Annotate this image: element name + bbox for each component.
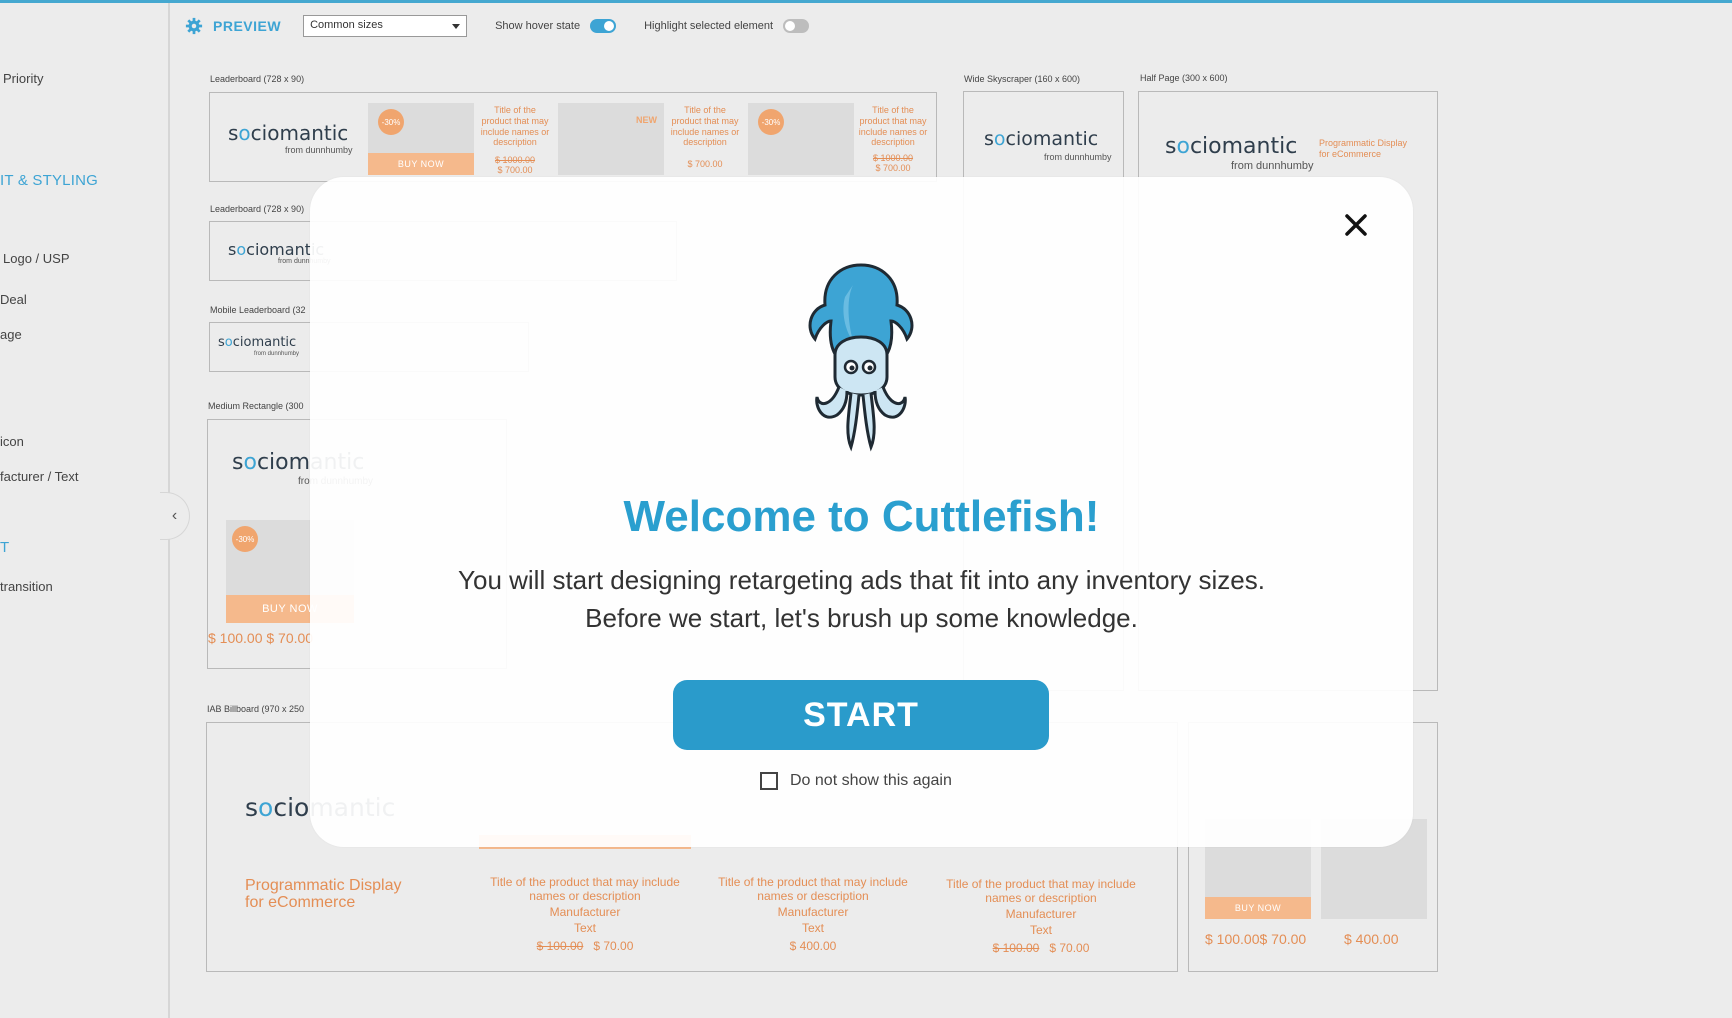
new-badge: NEW (636, 115, 657, 125)
sidebar: Priority IT & STYLING Logo / USP Deal ag… (0, 3, 170, 1018)
text: Text (573, 921, 596, 935)
discount-badge: -30% (378, 109, 404, 135)
product-title: Title of the product that may include na… (490, 875, 680, 904)
mobile-leaderboard-label: Mobile Leaderboard (32 (210, 305, 306, 315)
product-image (558, 103, 664, 175)
cuttlefish-mascot-icon (808, 263, 914, 452)
price: $ 100.00 $ 70.00 (208, 630, 314, 646)
product-title: Title of the product that may include na… (946, 877, 1136, 906)
product-title: Title of the product that may include na… (858, 105, 928, 148)
tagline: Programmatic Display for eCommerce (1319, 138, 1408, 159)
sociomantic-logo: sociomantic (218, 335, 297, 350)
half-page-label: Half Page (300 x 600) (1140, 73, 1228, 83)
start-button[interactable]: START (673, 680, 1049, 750)
welcome-modal: Welcome to Cuttlefish! You will start de… (310, 177, 1413, 847)
chevron-left-icon: ‹ (171, 507, 178, 524)
toggle-knob (785, 21, 796, 31)
dont-show-label: Do not show this again (790, 772, 952, 789)
text: Text (801, 921, 824, 935)
sidebar-item-image[interactable]: age (0, 327, 22, 342)
preview-toolbar: PREVIEW Common sizes Show hover state Hi… (185, 14, 810, 38)
logo-subtitle: from dunnhumby (254, 351, 300, 357)
close-icon[interactable] (1342, 211, 1370, 239)
sidebar-section-layout-styling[interactable]: IT & STYLING (0, 172, 98, 189)
modal-description-line-1: You will start designing retargeting ads… (458, 565, 1265, 595)
buy-now-button[interactable]: BUY NOW (368, 153, 474, 175)
sidebar-item-priority[interactable]: Priority (3, 71, 43, 86)
price: $ 100.00$ 70.00 (1205, 931, 1307, 947)
sidebar-item-manufacturer-text[interactable]: facturer / Text (0, 469, 79, 484)
ad-leaderboard[interactable]: sociomantic from dunnhumby -30% BUY NOW … (209, 92, 937, 182)
logo-subtitle: from dunnhumby (285, 145, 353, 155)
manufacturer: Manufacturer (777, 905, 849, 919)
buy-now-button[interactable]: BUY NOW (1205, 897, 1311, 919)
show-hover-toggle[interactable] (590, 19, 617, 33)
leaderboard-label: Leaderboard (728 x 90) (210, 74, 305, 84)
sociomantic-logo: sociomantic (228, 121, 349, 145)
discount-badge: -30% (758, 109, 784, 135)
medium-rectangle-label: Medium Rectangle (300 (208, 401, 304, 411)
manufacturer: Manufacturer (549, 905, 621, 919)
sociomantic-logo: sociomantic (984, 128, 1099, 150)
price: $ 100.00 $ 70.00 (536, 939, 634, 953)
new-price: $ 700.00 (875, 163, 911, 173)
product-title: Title of the product that may include na… (718, 875, 908, 904)
sidebar-item-deal[interactable]: Deal (0, 292, 27, 307)
wide-skyscraper-label: Wide Skyscraper (160 x 600) (964, 74, 1081, 84)
toggle-knob (604, 21, 615, 31)
sidebar-item-icon[interactable]: icon (0, 434, 24, 449)
gear-icon[interactable] (185, 17, 203, 35)
chevron-down-icon (452, 24, 461, 29)
price: $ 400.00 (789, 939, 837, 953)
price: $ 700.00 (687, 159, 723, 169)
dont-show-again[interactable]: Do not show this again (760, 772, 952, 790)
product-title: Title of the product that may include na… (480, 105, 550, 148)
new-price: $ 700.00 (497, 165, 533, 175)
tagline-line-2: for eCommerce (245, 894, 356, 911)
sidebar-item-logo-usp[interactable]: Logo / USP (3, 251, 70, 266)
modal-description-line-2: Before we start, let's brush up some kno… (585, 603, 1138, 633)
top-accent-line (0, 0, 1732, 3)
size-select[interactable]: Common sizes (303, 15, 468, 37)
text: Text (1029, 923, 1052, 937)
sociomantic-logo: sociomantic (1165, 134, 1298, 159)
price: $ 400.00 (1344, 931, 1399, 947)
highlight-selected-toggle[interactable] (783, 19, 810, 33)
product-title: Title of the product that may include na… (670, 105, 740, 148)
logo-subtitle: from dunnhumby (1044, 152, 1112, 162)
manufacturer: Manufacturer (1005, 907, 1077, 921)
modal-title: Welcome to Cuttlefish! (623, 492, 1100, 541)
sidebar-item-transition[interactable]: transition (0, 579, 53, 594)
sidebar-section-t[interactable]: T (0, 539, 9, 556)
preview-label: PREVIEW (213, 18, 282, 34)
price: $ 100.00 $ 70.00 (992, 941, 1090, 955)
tagline-line-1: Programmatic Display (245, 877, 402, 894)
collapse-sidebar-button[interactable]: ‹ (160, 492, 190, 540)
logo-subtitle: from dunnhumby (1231, 160, 1314, 172)
discount-badge: -30% (232, 526, 258, 552)
show-hover-label: Show hover state (495, 20, 581, 32)
dont-show-checkbox[interactable] (760, 772, 778, 790)
size-select-value: Common sizes (310, 19, 383, 31)
billboard-label: IAB Billboard (970 x 250 (207, 704, 305, 714)
leaderboard-label-2: Leaderboard (728 x 90) (210, 204, 305, 214)
highlight-selected-label: Highlight selected element (644, 20, 774, 32)
